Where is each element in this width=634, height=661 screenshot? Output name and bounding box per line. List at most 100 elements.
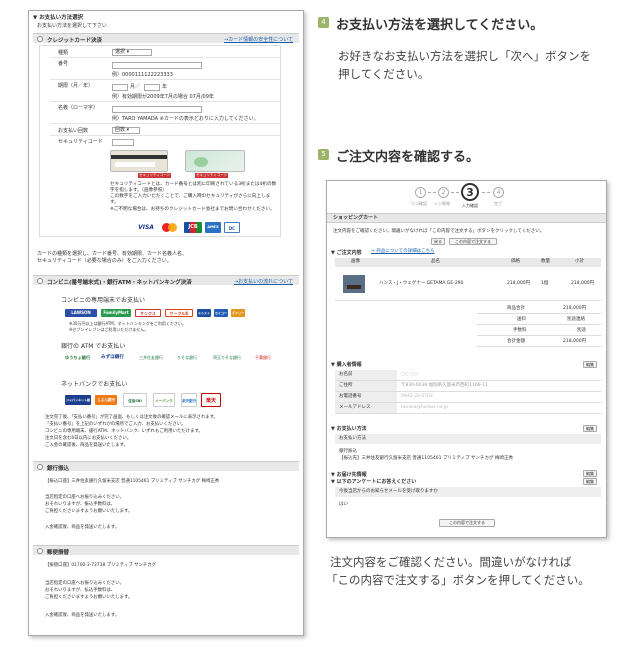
postal-account: 【振替口座】01700-3-72738 プリミティブ サンチカグ [45,563,157,568]
total-row: 合計金額 218,000円 [477,336,601,347]
step-5-badge: 5 [318,149,329,160]
postal-transfer-option[interactable]: 郵便振替 [33,545,299,556]
yucho-logo: ゆうちょ銀行 [65,355,91,360]
rakuten-bank-logo: 楽天銀行 [181,393,197,407]
convenience-store-option[interactable]: コンビニ(番号端末式)・銀行ATM・ネットバンキング決済 →お支払いの流れについ… [33,275,299,286]
expiry-label: 期限（月／年） [58,83,94,89]
card-name-example: 例）TARO YAMADA ※カードの表示どおりに入力してください。 [112,116,259,122]
payment-flow-link[interactable]: →お支払いの流れについて [234,278,293,285]
step-circle-1: 1 [415,187,426,198]
place-order-button[interactable]: この内容で注文する [439,519,495,527]
card-number-input[interactable] [112,62,202,69]
payment-label-bar: お支払い方法 [335,434,601,444]
place-order-button-top[interactable]: この内容で注文する [449,238,497,245]
buyer-key: お名前 [335,370,397,380]
total-key: 送料 [517,317,526,322]
payment-value-2: 【振込先】三井住友銀行久留米支店 普通1105461 プリミティブ サンチカグ … [339,456,513,461]
step-4-badge: 4 [318,17,329,28]
step-5-title: ご注文内容を確認する。 [336,150,480,165]
step-5-desc-2: 「この内容で注文する」ボタンを押してください。 [326,573,590,587]
expiry-month-input[interactable] [112,84,128,91]
bank-label: 銀行振込 [47,466,70,472]
card-security-link[interactable]: →カード情報の安全性について [224,36,293,43]
conv-desc-4: 注文日を含む6日以内にお支払いください。 [45,436,132,441]
col-name: 品名 [431,259,440,264]
card-number-label: 番号 [58,61,69,67]
credit-card-radio[interactable] [37,36,43,42]
card-type-select[interactable]: 選択 ▾ [112,49,152,56]
card-name-input[interactable] [112,106,202,113]
conv-desc-2: 「支払い番号」を上記のいずれかの場所でご入力、お支払いください。 [45,422,186,427]
postal-note-3: ご負担くださいますようお願いいたします。 [45,595,133,600]
amex-logo: AMEX [205,222,221,233]
total-key: 合計金額 [507,339,525,344]
survey-question: 今後当店からのお知らせメールを受け取りますか [339,489,438,494]
edit-payment-button[interactable]: 編集 [583,425,597,432]
survey-heading: ▼ 以下のアンケートにお答えください [331,479,417,485]
security-note-3: この数字をご入力いただくことで、ご購入時のセキュリティがさらに向上しま [110,194,271,199]
step-5-desc-1: 注文内容をご確認ください。間違いがなければ [330,555,572,569]
step-circle-2: 2 [438,187,449,198]
postal-note-2: おそれいりますが、払込手数料は、 [45,588,116,593]
payment-count-select[interactable]: 回数 ▾ [112,127,140,134]
total-row: 商品合計 218,000円 [477,303,601,314]
total-key: 手数料 [513,328,527,333]
step-label-1: カゴ確認 [411,201,427,206]
buyer-row: お電話番号 0942-32-0702 [335,392,601,403]
bank-note-2: おそれいりますが、振込手数料は、 [45,502,116,507]
survey-question-bar: 今後当店からのお知らせメールを受け取りますか [335,487,601,497]
card-name-label: 名義（ローマ字） [58,105,99,111]
expiry-year-unit: 年 [162,84,168,90]
product-thumbnail [343,275,365,293]
total-value: 218,000円 [563,306,587,311]
card-type-value: 選択 [115,49,126,55]
familymart-logo: FamilyMart [101,309,131,317]
buyer-key: お電話番号 [335,392,397,402]
credit-card-option[interactable]: クレジットカード決済 →カード情報の安全性について [33,33,299,44]
security-code-tag: セキュリティコード [138,173,172,178]
conv-note-2: ※セブンイレブンはご利用いただけません。 [69,327,149,332]
cart-title-bar: ショッピングカート [327,213,606,223]
netbank-title: ネットバンクでお支払い [61,381,128,388]
form-row: お支払い回数 回数 ▾ [50,126,280,136]
total-value: 218,000円 [563,339,587,344]
payment-value-1: 銀行振込 [339,449,357,454]
step-label-4: 完了 [494,201,502,206]
step-circle-4: 4 [493,187,504,198]
back-button[interactable]: 戻る [431,238,445,245]
buyer-key: メールアドレス [335,403,397,413]
security-code-label: セキュリティコード [58,139,103,145]
bank-transfer-option[interactable]: 銀行振込 [33,461,299,472]
buyer-row: お名前 ○○ ○○ [335,370,601,381]
total-key: 商品合計 [507,306,525,311]
convenience-label: コンビニ(番号端末式)・銀行ATM・ネットバンキング決済 [47,280,192,286]
security-code-tag-2: セキュリティコード [195,173,229,178]
edit-delivery-button[interactable]: 編集 [583,470,597,477]
bank-note-4: 入金確認後、商品を発送いたします。 [45,525,120,530]
card-number-example: 例）0000111122223333 [112,72,173,78]
order-contents-heading: ▼ ご注文内容 [331,250,362,256]
product-detail-link[interactable]: → 商品についての詳細はこちら [371,249,435,255]
mastercard-logo [160,222,180,233]
security-code-input[interactable] [112,139,134,146]
edit-survey-button[interactable]: 編集 [583,478,597,485]
step-label-3: 入力確認 [462,203,478,208]
survey-answer: はい [339,502,348,507]
delivery-heading: ▼ お届け先情報 [331,472,367,478]
order-table-header: 画像 品名 価格 数量 小計 [335,258,601,267]
total-row: 手数料 別途 [477,325,601,336]
step-4-desc-1: お好きなお支払い方法を選択し「次へ」ボタンを [338,49,591,63]
postal-label: 郵便振替 [47,550,70,556]
postal-radio[interactable] [37,548,43,554]
card-type-label: 種類 [58,50,69,56]
convenience-radio[interactable] [37,278,43,284]
jcb-logo: JCB [184,222,202,233]
step-label-2: レジ情報 [434,201,450,206]
total-value: 別途 [577,328,586,333]
payment-heading: ▼ お支払い方法 [331,426,367,432]
atm-title: 銀行の ATM でお支払い [61,343,126,350]
security-note-5: ※ご不明な場合は、お持ちのクレジットカード会社までお問い合わせください。 [110,207,275,212]
bank-radio[interactable] [37,464,43,470]
edit-buyer-button[interactable]: 編集 [583,361,597,368]
expiry-year-input[interactable] [144,84,160,91]
